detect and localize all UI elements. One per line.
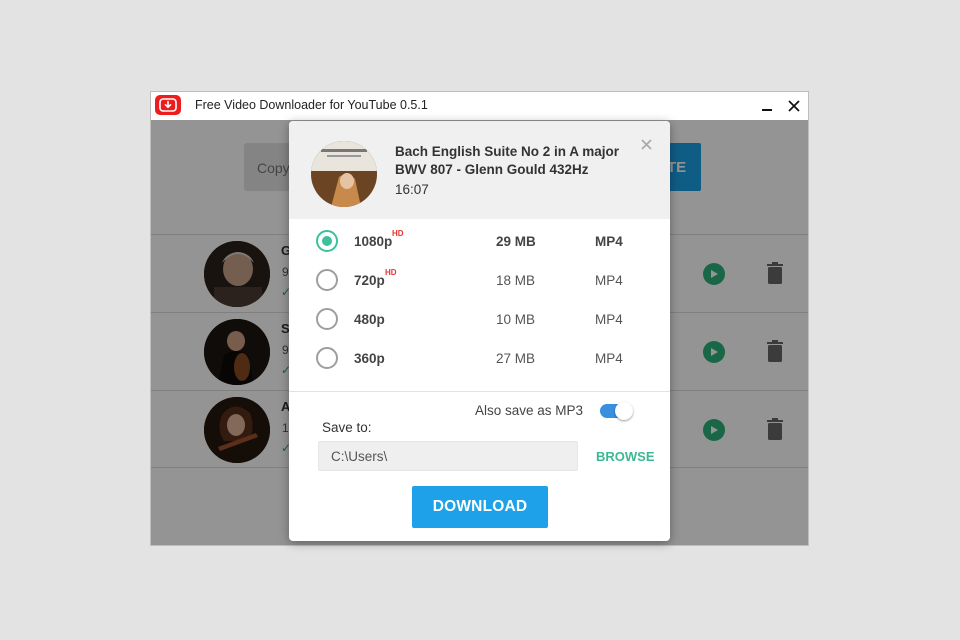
video-thumbnail (311, 141, 377, 207)
mp3-toggle[interactable] (600, 402, 633, 420)
format-size: 18 MB (496, 273, 536, 288)
divider (289, 391, 670, 392)
radio-button[interactable] (316, 347, 338, 369)
format-type: MP4 (595, 312, 623, 327)
radio-button[interactable] (316, 269, 338, 291)
save-to-label: Save to: (322, 420, 372, 435)
format-list: 1080p HD 29 MB MP4 720p HD 18 MB MP4 480… (289, 222, 670, 378)
format-option-480p[interactable]: 480p 10 MB MP4 (289, 300, 670, 339)
close-window-button[interactable] (781, 94, 807, 118)
radio-button[interactable] (316, 230, 338, 252)
format-type: MP4 (595, 273, 623, 288)
format-resolution: 480p (354, 312, 385, 327)
window-title: Free Video Downloader for YouTube 0.5.1 (195, 98, 428, 112)
browse-button[interactable]: BROWSE (596, 449, 655, 464)
hd-badge: HD (385, 268, 397, 277)
video-title: Bach English Suite No 2 in A major BWV 8… (395, 144, 620, 177)
close-icon (788, 100, 800, 112)
format-resolution: 1080p (354, 234, 393, 249)
format-option-360p[interactable]: 360p 27 MB MP4 (289, 339, 670, 378)
video-duration: 16:07 (395, 182, 429, 197)
format-resolution: 360p (354, 351, 385, 366)
format-size: 29 MB (496, 234, 536, 249)
format-option-1080p[interactable]: 1080p HD 29 MB MP4 (289, 222, 670, 261)
save-path-input[interactable] (318, 441, 578, 471)
minimize-button[interactable] (754, 94, 780, 118)
download-button[interactable]: DOWNLOAD (412, 486, 548, 528)
download-options-dialog: Bach English Suite No 2 in A major BWV 8… (289, 121, 670, 541)
format-option-720p[interactable]: 720p HD 18 MB MP4 (289, 261, 670, 300)
format-size: 27 MB (496, 351, 536, 366)
hd-badge: HD (392, 229, 404, 238)
format-type: MP4 (595, 234, 623, 249)
minimize-icon (762, 109, 772, 111)
format-type: MP4 (595, 351, 623, 366)
mp3-option-label: Also save as MP3 (475, 403, 584, 418)
dialog-close-button[interactable] (638, 136, 654, 152)
format-resolution: 720p (354, 273, 385, 288)
close-icon (640, 139, 652, 150)
title-bar: Free Video Downloader for YouTube 0.5.1 (151, 92, 808, 120)
dialog-header: Bach English Suite No 2 in A major BWV 8… (289, 121, 670, 219)
format-size: 10 MB (496, 312, 536, 327)
app-logo-icon (155, 95, 181, 115)
radio-button[interactable] (316, 308, 338, 330)
